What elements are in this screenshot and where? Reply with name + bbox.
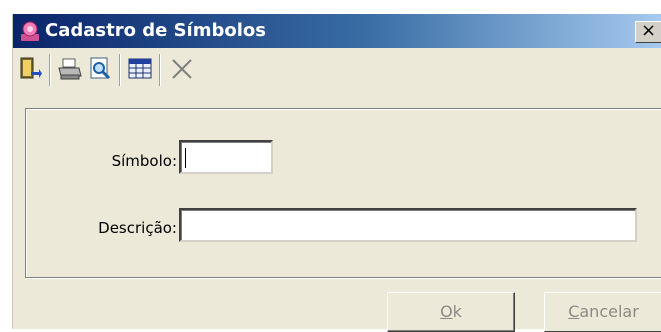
close-icon: ×	[640, 20, 657, 41]
window-title: Cadastro de Símbolos	[45, 20, 266, 41]
exit-door-icon[interactable]	[17, 56, 43, 82]
app-icon	[21, 21, 39, 41]
cadastro-window: Cadastro de Símbolos × Símbolo: Descriçã…	[12, 14, 661, 332]
form-group	[25, 108, 661, 278]
descricao-label: Descrição:	[98, 219, 177, 237]
printer-icon[interactable]	[57, 56, 83, 82]
delete-x-icon[interactable]	[169, 56, 195, 82]
toolbar-separator	[159, 54, 161, 86]
simbolo-label: Símbolo:	[111, 152, 177, 170]
toolbar-separator	[119, 54, 121, 86]
simbolo-input[interactable]	[179, 140, 273, 174]
text-caret	[185, 148, 186, 168]
table-grid-icon[interactable]	[127, 56, 153, 82]
close-button[interactable]: ×	[635, 21, 661, 43]
descricao-input[interactable]	[179, 208, 637, 242]
ok-button[interactable]: Ok	[387, 292, 515, 332]
toolbar	[13, 50, 661, 90]
print-preview-icon[interactable]	[87, 56, 113, 82]
toolbar-separator	[49, 54, 51, 86]
title-bar[interactable]: Cadastro de Símbolos ×	[13, 14, 661, 48]
cancel-button[interactable]: Cancelar	[544, 292, 661, 332]
